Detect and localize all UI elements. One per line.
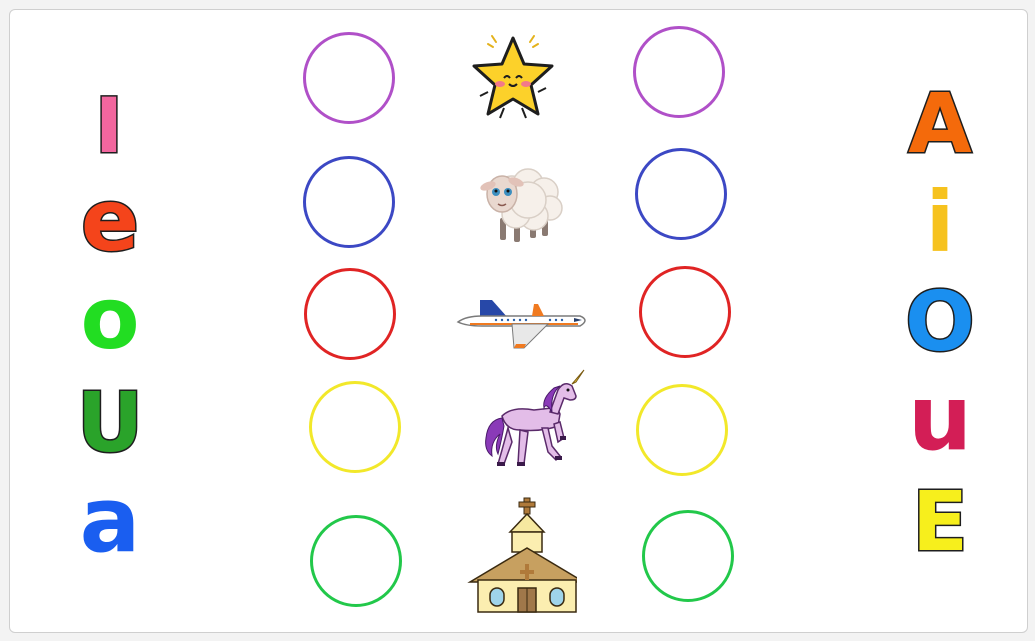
left-letter-4[interactable]: U — [65, 381, 155, 466]
left-answer-circle-5[interactable] — [310, 515, 402, 607]
right-letter-2[interactable]: i — [895, 180, 985, 264]
right-letter-1[interactable]: A — [895, 82, 985, 167]
left-letter-1[interactable]: I — [78, 86, 140, 165]
star-icon — [472, 35, 554, 119]
right-answer-circle-2[interactable] — [635, 148, 727, 240]
right-answer-circle-1[interactable] — [633, 26, 725, 118]
left-answer-circle-3[interactable] — [304, 268, 396, 360]
right-letter-5[interactable]: E — [895, 480, 985, 565]
left-letter-5[interactable]: a — [60, 476, 160, 566]
right-answer-circle-3[interactable] — [639, 266, 731, 358]
right-letter-4[interactable]: u — [890, 374, 990, 464]
sheep-icon — [480, 168, 563, 242]
left-answer-circle-2[interactable] — [303, 156, 395, 248]
church-icon — [467, 497, 577, 613]
game-board: I e o U a A i O u E — [9, 9, 1028, 633]
left-letter-3[interactable]: o — [65, 276, 155, 362]
left-answer-circle-1[interactable] — [303, 32, 395, 124]
right-letter-3[interactable]: O — [895, 280, 985, 365]
right-answer-circle-5[interactable] — [642, 510, 734, 602]
unicorn-icon — [485, 369, 585, 466]
right-answer-circle-4[interactable] — [636, 384, 728, 476]
airplane-icon — [456, 300, 586, 349]
left-letter-2[interactable]: e — [65, 177, 155, 266]
left-answer-circle-4[interactable] — [309, 381, 401, 473]
